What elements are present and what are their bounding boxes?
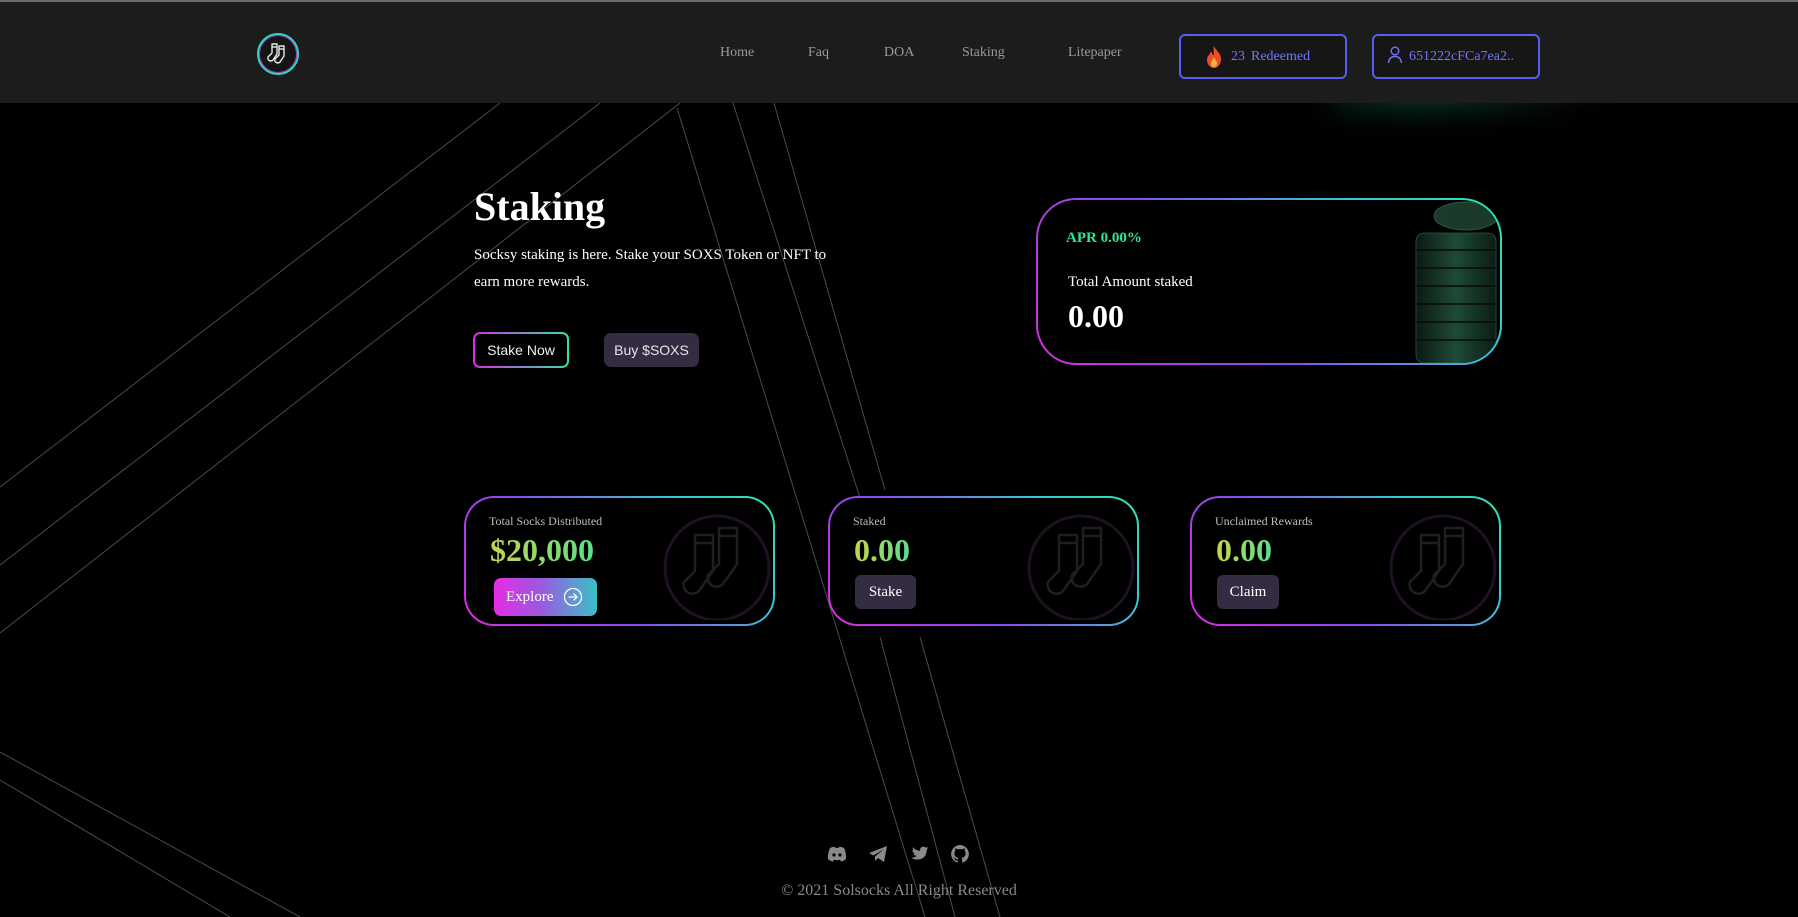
total-staked-label: Total Amount staked (1068, 274, 1193, 290)
nav-litepaper[interactable]: Litepaper (1068, 45, 1122, 61)
stat-value: $20,000 (490, 532, 594, 568)
copyright-text: © 2021 Solsocks All Right Reserved (781, 882, 1017, 899)
stake-button[interactable]: Stake (855, 575, 916, 609)
redeemed-button[interactable]: 23 Redeemed (1179, 34, 1347, 79)
stat-label: Staked (853, 514, 886, 528)
user-icon (1387, 46, 1403, 63)
stat-value: 0.00 (854, 532, 910, 568)
explore-label: Explore (506, 588, 554, 605)
discord-icon[interactable] (826, 843, 848, 865)
total-staked-value: 0.00 (1068, 298, 1124, 334)
stat-card-distributed: Total Socks Distributed $20,000 Explore (464, 496, 775, 626)
stat-label: Total Socks Distributed (489, 514, 603, 528)
top-nav: Home Faq DOA Staking Litepaper 23 Redeem… (0, 0, 1798, 103)
stat-card-rewards: Unclaimed Rewards 0.00 Claim (1190, 496, 1501, 626)
apr-card: APR 0.00% Total Amount staked 0.00 (1036, 198, 1502, 365)
claim-button[interactable]: Claim (1217, 575, 1279, 609)
socks-watermark-icon (1027, 514, 1135, 620)
redeemed-count: 23 (1231, 48, 1245, 64)
logo[interactable] (257, 33, 299, 75)
nav-faq[interactable]: Faq (808, 45, 829, 61)
telegram-icon[interactable] (867, 843, 889, 865)
page-title: Staking (474, 184, 606, 229)
stat-label: Unclaimed Rewards (1215, 514, 1313, 528)
explore-button[interactable]: Explore (494, 578, 597, 616)
twitter-icon[interactable] (908, 843, 930, 865)
github-icon[interactable] (949, 843, 971, 865)
nav-home[interactable]: Home (720, 45, 754, 61)
redeemed-label: Redeemed (1251, 48, 1311, 64)
hero-description: Socksy staking is here. Stake your SOXS … (474, 247, 827, 290)
wallet-address: 651222cFCa7ea2.. (1409, 48, 1514, 64)
nav-doa[interactable]: DOA (884, 45, 914, 61)
arrow-circle-icon (564, 587, 583, 607)
stat-value: 0.00 (1216, 532, 1272, 568)
wallet-button[interactable]: 651222cFCa7ea2.. (1372, 34, 1540, 79)
socks-logo-icon (267, 43, 285, 64)
stat-card-staked: Staked 0.00 Stake (828, 496, 1139, 626)
apr-label: APR 0.00% (1066, 230, 1142, 246)
background-lines (0, 102, 1001, 917)
coin-stack-icon (1415, 201, 1499, 363)
social-links (826, 843, 971, 865)
fire-icon (1207, 45, 1221, 68)
nav-staking[interactable]: Staking (962, 45, 1005, 61)
buy-soxs-button[interactable]: Buy $SOXS (604, 333, 699, 367)
socks-watermark-icon (1389, 514, 1497, 620)
socks-watermark-icon (663, 514, 771, 620)
stake-now-button[interactable]: Stake Now (473, 332, 569, 368)
